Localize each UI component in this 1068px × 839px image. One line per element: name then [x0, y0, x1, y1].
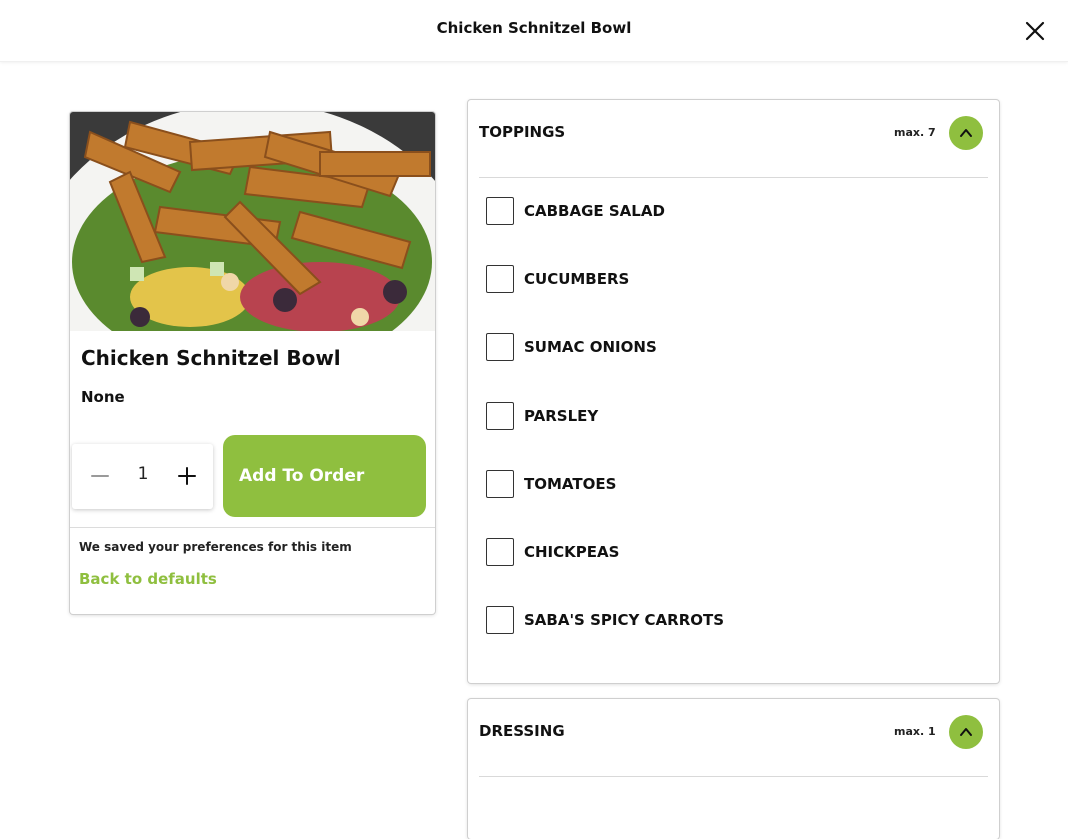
- product-image: [70, 112, 435, 331]
- option-label: TOMATOES: [524, 475, 617, 493]
- checkbox[interactable]: [486, 197, 514, 225]
- chevron-up-icon: [960, 728, 972, 736]
- option-label: CABBAGE SALAD: [524, 202, 665, 220]
- option-label: SABA'S SPICY CARROTS: [524, 611, 725, 629]
- close-button[interactable]: [1024, 20, 1046, 42]
- option-label: PARSLEY: [524, 407, 599, 425]
- section-title: DRESSING: [479, 722, 565, 740]
- add-to-order-button[interactable]: Add To Order: [223, 435, 426, 517]
- divider: [70, 527, 435, 528]
- preferences-note: We saved your preferences for this item: [79, 540, 352, 554]
- divider: [479, 177, 988, 178]
- add-to-order-label: Add To Order: [239, 466, 365, 486]
- section-max-label: max. 1: [894, 725, 936, 738]
- collapse-toppings-button[interactable]: [949, 116, 983, 150]
- option-label: CUCUMBERS: [524, 270, 630, 288]
- product-card: Chicken Schnitzel Bowl None 1 Add To Ord…: [70, 112, 435, 614]
- back-to-defaults-link[interactable]: Back to defaults: [79, 570, 217, 588]
- minus-icon: [91, 475, 109, 477]
- checkbox[interactable]: [486, 333, 514, 361]
- quantity-value: 1: [137, 464, 149, 484]
- increase-quantity-button[interactable]: [175, 464, 199, 488]
- product-name: Chicken Schnitzel Bowl: [81, 346, 341, 370]
- checkbox[interactable]: [486, 470, 514, 498]
- option-label: SUMAC ONIONS: [524, 338, 657, 356]
- checkbox[interactable]: [486, 538, 514, 566]
- section-title: TOPPINGS: [479, 123, 566, 141]
- quantity-stepper: 1: [72, 444, 213, 509]
- page-title: Chicken Schnitzel Bowl: [436, 19, 632, 37]
- selection-summary: None: [81, 388, 125, 406]
- chevron-up-icon: [960, 129, 972, 137]
- divider: [479, 776, 988, 777]
- section-max-label: max. 7: [894, 126, 936, 139]
- decrease-quantity-button[interactable]: [88, 464, 112, 488]
- checkbox[interactable]: [486, 606, 514, 634]
- checkbox[interactable]: [486, 402, 514, 430]
- collapse-dressing-button[interactable]: [949, 715, 983, 749]
- option-label: CHICKPEAS: [524, 543, 620, 561]
- toppings-section: TOPPINGS max. 7 CABBAGE SALAD CUCUMBERS …: [468, 100, 999, 683]
- close-icon: [1025, 21, 1045, 41]
- plus-icon: [178, 467, 196, 485]
- top-bar: Chicken Schnitzel Bowl: [0, 0, 1068, 62]
- dressing-section: DRESSING max. 1: [468, 699, 999, 839]
- checkbox[interactable]: [486, 265, 514, 293]
